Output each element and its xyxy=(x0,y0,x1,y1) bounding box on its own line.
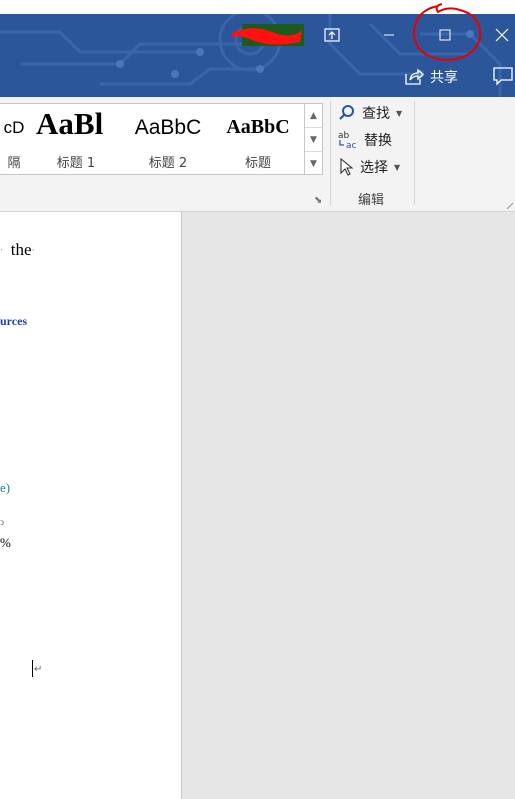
document-text-line: % xyxy=(0,535,11,550)
replace-icon: ab ac xyxy=(338,131,357,150)
replace-button[interactable]: ab ac 替换 xyxy=(338,128,392,152)
document-page[interactable] xyxy=(0,212,182,799)
share-button[interactable]: 共享 xyxy=(404,64,458,90)
select-button[interactable]: 选择 ▼ xyxy=(338,155,400,179)
more-icon: ▼ xyxy=(310,158,317,169)
chevron-down-icon: ▼ xyxy=(396,108,403,118)
style-name: 隔 xyxy=(7,156,21,171)
style-no-spacing[interactable]: cD 隔 xyxy=(0,104,28,174)
find-button[interactable]: 查找 ▼ xyxy=(338,101,402,125)
editing-group-label: 编辑 xyxy=(358,193,385,208)
ribbon-display-options-button[interactable] xyxy=(318,22,346,48)
comments-button[interactable] xyxy=(492,66,515,88)
style-preview: AaBbC xyxy=(134,116,202,139)
group-separator xyxy=(330,101,331,205)
minimize-icon xyxy=(384,34,394,36)
minimize-button[interactable] xyxy=(372,22,406,48)
replace-label: 替换 xyxy=(364,133,392,149)
search-icon xyxy=(339,105,354,120)
style-heading-1[interactable]: AaBl 标题 1 xyxy=(36,104,116,174)
redacted-account-name xyxy=(232,24,304,46)
svg-text:ab: ab xyxy=(338,131,350,141)
chevron-down-icon: ▼ xyxy=(310,134,317,145)
document-text-line: · the· xyxy=(0,240,35,259)
gallery-more-button[interactable]: ▼ xyxy=(305,152,322,175)
svg-text:ac: ac xyxy=(346,141,357,150)
chevron-down-icon: ▼ xyxy=(394,162,401,172)
document-text-line: e) xyxy=(0,480,11,495)
styles-gallery: cD 隔 AaBl 标题 1 AaBbC 标题 2 AaBbC 标题 xyxy=(0,103,307,175)
group-separator xyxy=(414,101,415,205)
share-label: 共享 xyxy=(430,70,458,86)
style-preview: AaBbC xyxy=(226,116,290,138)
paragraph-mark-icon: ↵ xyxy=(34,664,43,675)
ribbon-display-options-icon xyxy=(324,28,340,42)
style-name: 标题 xyxy=(244,156,271,171)
style-name: 标题 2 xyxy=(148,156,188,171)
chevron-up-icon: ▲ xyxy=(310,110,317,121)
scroll-up-button[interactable]: ▲ xyxy=(305,104,322,128)
share-icon xyxy=(405,68,424,85)
style-name: 标题 1 xyxy=(56,156,96,171)
document-text-line: urces xyxy=(0,314,28,328)
select-label: 选择 xyxy=(360,160,388,176)
comment-icon xyxy=(493,67,513,86)
scroll-down-button[interactable]: ▼ xyxy=(305,128,322,152)
style-preview: cD xyxy=(3,118,25,137)
style-preview: AaBl xyxy=(36,106,104,141)
ribbon: cD 隔 AaBl 标题 1 AaBbC 标题 2 AaBbC 标题 ▲ ▼ ▼… xyxy=(0,97,515,212)
document-canvas-background xyxy=(182,212,515,799)
style-heading-2[interactable]: AaBbC 标题 2 xyxy=(126,104,210,174)
formatting-mark: ↄ xyxy=(0,517,4,527)
dialog-launcher-icon: ⬊ xyxy=(314,195,323,206)
red-annotation-circle xyxy=(412,3,482,62)
close-icon xyxy=(495,28,508,42)
styles-dialog-launcher[interactable]: ⬊ xyxy=(314,195,326,207)
style-title[interactable]: AaBbC 标题 xyxy=(214,104,302,174)
ribbon-collapse-icon[interactable] xyxy=(505,195,515,211)
styles-gallery-scroll: ▲ ▼ ▼ xyxy=(304,103,323,175)
text-cursor xyxy=(32,660,33,677)
close-button[interactable] xyxy=(488,22,515,48)
find-label: 查找 xyxy=(362,106,390,122)
cursor-arrow-icon xyxy=(340,158,354,176)
